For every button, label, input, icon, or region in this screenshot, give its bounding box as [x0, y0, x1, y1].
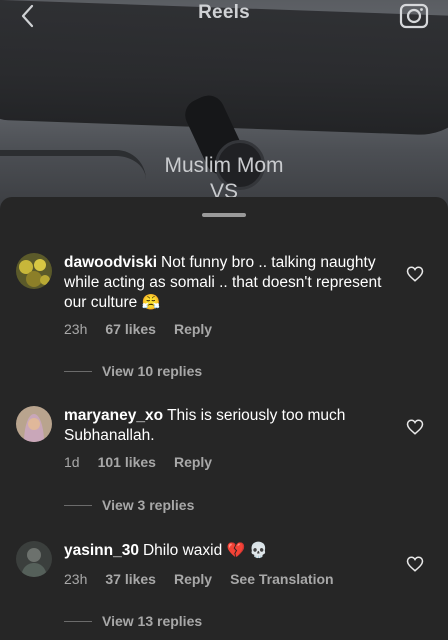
comment-body: dawoodviski Not funny bro .. talking naug… [64, 253, 384, 313]
see-translation-button[interactable]: See Translation [230, 571, 333, 587]
reply-button[interactable]: Reply [174, 321, 212, 337]
comment-time: 1d [64, 454, 80, 470]
avatar-image [16, 541, 52, 577]
comment-likes[interactable]: 101 likes [98, 454, 156, 470]
sheet-drag-handle[interactable] [202, 213, 246, 217]
heart-outline-icon[interactable] [406, 418, 424, 436]
comment-meta: 23h 67 likes Reply [64, 321, 230, 337]
avatar[interactable] [16, 541, 52, 577]
comments-sheet: dawoodviski Not funny bro .. talking naug… [0, 197, 448, 640]
comment-meta: 23h 37 likes Reply See Translation [64, 571, 352, 587]
heart-outline-icon[interactable] [406, 555, 424, 573]
video-caption-line1: Muslim Mom [164, 154, 284, 177]
comment-emoji: 💔 💀 [226, 542, 269, 559]
view-replies-button[interactable]: View 3 replies [64, 497, 194, 513]
reply-button[interactable]: Reply [174, 571, 212, 587]
view-replies-label: View 13 replies [102, 613, 203, 629]
comment-time: 23h [64, 571, 88, 587]
comment-meta: 1d 101 likes Reply [64, 454, 230, 470]
page-title: Reels [198, 2, 250, 23]
replies-divider [64, 370, 92, 372]
comment-username[interactable]: yasinn_30 [64, 542, 139, 559]
view-replies-button[interactable]: View 13 replies [64, 613, 202, 629]
view-replies-label: View 10 replies [102, 363, 203, 379]
comment-likes[interactable]: 67 likes [105, 321, 156, 337]
avatar-image [16, 253, 52, 289]
view-replies-button[interactable]: View 10 replies [64, 363, 202, 379]
comment-username[interactable]: maryaney_xo [64, 407, 163, 424]
avatar[interactable] [16, 253, 52, 289]
reply-button[interactable]: Reply [174, 454, 212, 470]
top-bar: Reels [0, 0, 448, 34]
replies-divider [64, 620, 92, 622]
view-replies-label: View 3 replies [102, 497, 195, 513]
camera-icon [399, 3, 429, 29]
comment-body: maryaney_xo This is seriously too much Su… [64, 406, 384, 446]
comment-body: yasinn_30 Dhilo waxid 💔 💀 [64, 541, 384, 561]
avatar[interactable] [16, 406, 52, 442]
comment-time: 23h [64, 321, 88, 337]
replies-divider [64, 504, 92, 506]
camera-button[interactable] [398, 0, 430, 32]
heart-outline-icon[interactable] [406, 265, 424, 283]
comment-text: Dhilo waxid [142, 542, 223, 559]
comment-emoji: 😤 [141, 294, 161, 311]
avatar-image [16, 406, 52, 442]
comment-username[interactable]: dawoodviski [64, 254, 157, 271]
comment-likes[interactable]: 37 likes [105, 571, 156, 587]
